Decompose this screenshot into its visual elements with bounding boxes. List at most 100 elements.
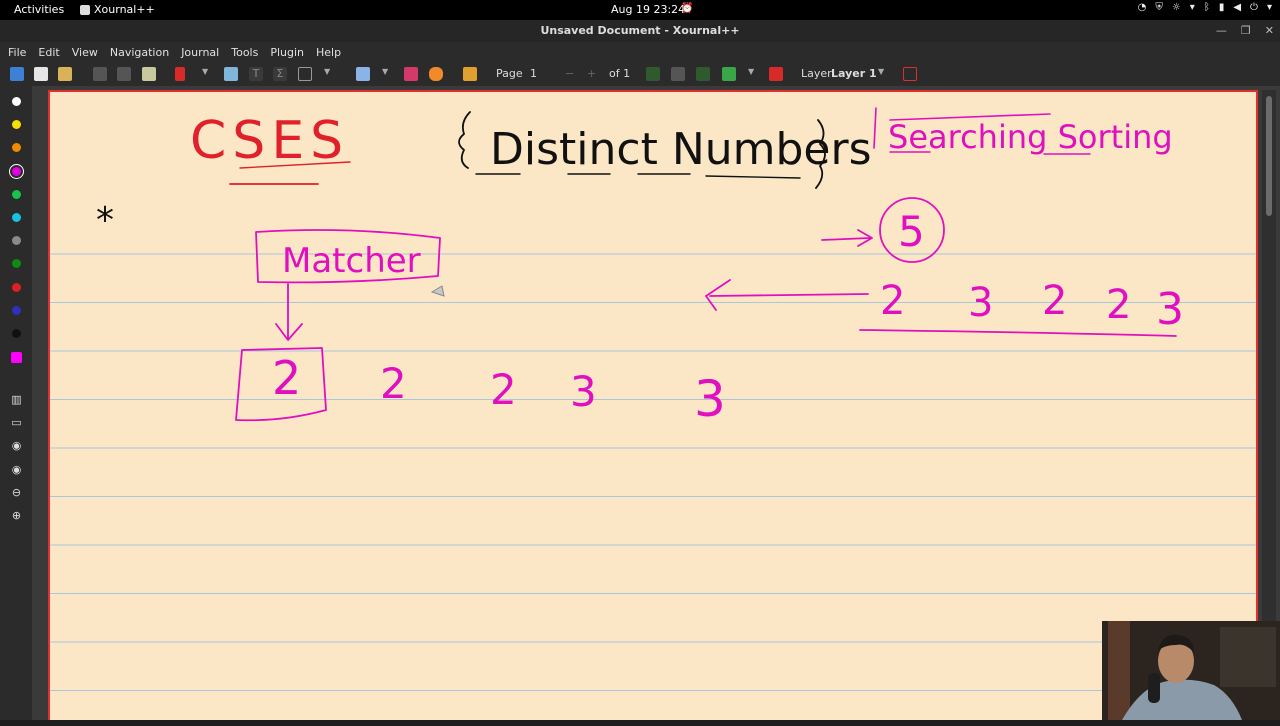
sequence-top: 2 3 2 2 3	[880, 278, 1184, 335]
title-mid-text: Distinct Numbers	[490, 124, 872, 175]
sequence-underline	[859, 329, 1177, 337]
zoom-100-icon[interactable]: ◉	[10, 464, 23, 476]
app-menu[interactable]: Xournal++	[80, 3, 155, 16]
zoom-out-icon[interactable]: ⊖	[10, 487, 23, 499]
menu-tools[interactable]: Tools	[231, 46, 258, 59]
asterisk-text: *	[96, 200, 114, 241]
color-orange[interactable]	[12, 143, 21, 152]
color-magenta[interactable]	[9, 164, 24, 179]
chevron-down-icon[interactable]: ▼	[382, 67, 388, 76]
color-black[interactable]	[12, 329, 21, 338]
add-page-icon[interactable]	[722, 67, 736, 81]
webcam-overlay	[1102, 621, 1280, 720]
color-cyan[interactable]	[12, 213, 21, 222]
sequence-top-item: 3	[968, 280, 993, 326]
delete-page-icon[interactable]	[769, 67, 783, 81]
chevron-down-icon[interactable]: ▼	[324, 67, 330, 76]
chevron-down-icon[interactable]: ▼	[748, 67, 754, 76]
color-gray[interactable]	[12, 236, 21, 245]
wifi-icon[interactable]: ▾	[1190, 2, 1195, 13]
zoom-in-icon[interactable]: ⊕	[10, 510, 23, 522]
two-pages-icon[interactable]: ▥	[10, 394, 23, 406]
page-number-field[interactable]: 1	[530, 67, 537, 80]
page-decrement-icon[interactable]: −	[565, 67, 574, 80]
color-green[interactable]	[12, 190, 21, 199]
pen-icon[interactable]	[175, 67, 185, 81]
window-title: Unsaved Document - Xournal++	[540, 24, 740, 37]
page-increment-icon[interactable]: +	[587, 67, 596, 80]
chevron-down-icon[interactable]: ▾	[1267, 2, 1272, 13]
color-picker-icon[interactable]	[463, 67, 477, 81]
left-brace	[458, 111, 471, 169]
shape-icon[interactable]	[298, 67, 312, 81]
activities-button[interactable]: Activities	[14, 3, 64, 16]
open-folder-icon[interactable]	[58, 67, 72, 81]
zoom-fit-icon[interactable]: ◉	[10, 440, 23, 452]
left-arrow	[705, 279, 869, 311]
math-icon[interactable]: Σ	[273, 67, 287, 81]
chevron-down-icon[interactable]: ▼	[878, 67, 884, 76]
menu-journal[interactable]: Journal	[181, 46, 219, 59]
color-white[interactable]	[12, 97, 21, 106]
menu-edit[interactable]: Edit	[38, 46, 59, 59]
alarm-icon: ⏰	[681, 3, 694, 14]
pages-icon[interactable]	[671, 67, 685, 81]
sequence-bottom-item: 2	[490, 365, 517, 414]
image-icon[interactable]	[224, 67, 238, 81]
color-red[interactable]	[12, 283, 21, 292]
close-icon[interactable]: ✕	[1265, 20, 1274, 42]
layer-label: Layer	[801, 67, 832, 80]
battery-icon[interactable]: ▮	[1219, 2, 1225, 13]
hand-icon[interactable]	[429, 67, 443, 81]
volume-icon[interactable]: ◀	[1233, 2, 1241, 13]
color-dark-green[interactable]	[12, 259, 21, 268]
sequence-top-item: 2	[880, 278, 905, 324]
sequence-bottom-item: 3	[570, 367, 597, 416]
page-drawing[interactable]: CSES Distinct Numbers Searching Sorting …	[50, 92, 1256, 722]
vertical-space-icon[interactable]	[404, 67, 418, 81]
menu-file[interactable]: File	[8, 46, 26, 59]
clock[interactable]: Aug 19 23:24	[611, 3, 685, 16]
arrow-to-circle	[821, 229, 873, 247]
copy-icon[interactable]	[117, 67, 131, 81]
system-tray[interactable]: ◔ ⛨ ☼ ▾ ᛒ ▮ ◀ ⏻ ▾	[1138, 2, 1272, 13]
last-page-icon[interactable]	[696, 67, 710, 81]
menu-help[interactable]: Help	[316, 46, 341, 59]
settings-daemon-icon[interactable]: ◔	[1138, 2, 1147, 13]
paste-icon[interactable]	[142, 67, 156, 81]
color-blue[interactable]	[12, 306, 21, 315]
layer-select[interactable]: Layer 1	[831, 67, 877, 80]
menu-view[interactable]: View	[72, 46, 98, 59]
system-top-bar: Activities Xournal++ Aug 19 23:24 ⏰ ◔ ⛨ …	[0, 0, 1280, 20]
minimize-icon[interactable]: —	[1216, 20, 1227, 42]
maximize-icon[interactable]: ❐	[1241, 20, 1251, 42]
menu-navigation[interactable]: Navigation	[110, 46, 169, 59]
power-icon[interactable]: ⏻	[1250, 2, 1258, 13]
circle-value-text: 5	[898, 207, 925, 256]
app-name: Xournal++	[94, 3, 155, 16]
first-page-icon[interactable]	[646, 67, 660, 81]
scrollbar-thumb[interactable]	[1266, 96, 1272, 216]
brightness-icon[interactable]: ☼	[1172, 2, 1181, 13]
menu-plugin[interactable]: Plugin	[270, 46, 304, 59]
save-icon[interactable]	[10, 67, 24, 81]
document-page[interactable]: CSES Distinct Numbers Searching Sorting …	[48, 90, 1258, 720]
sequence-bottom-item: 3	[694, 370, 726, 428]
menu-bar: File Edit View Navigation Journal Tools …	[0, 42, 1280, 62]
new-document-icon[interactable]	[34, 67, 48, 81]
shield-icon[interactable]: ⛨	[1155, 2, 1163, 13]
single-page-icon[interactable]: ▭	[10, 417, 23, 429]
bluetooth-icon[interactable]: ᛒ	[1204, 2, 1210, 13]
color-custom[interactable]	[11, 352, 22, 363]
chevron-down-icon[interactable]: ▼	[202, 67, 208, 76]
select-rect-icon[interactable]	[356, 67, 370, 81]
sequence-top-item: 2	[1042, 278, 1067, 324]
text-icon[interactable]: T	[249, 67, 263, 81]
title-left-text: CSES	[190, 111, 349, 171]
sequence-bottom-item: 2	[380, 359, 407, 408]
eraser-cursor-icon	[430, 285, 445, 297]
fullscreen-icon[interactable]	[903, 67, 917, 81]
cut-icon[interactable]	[93, 67, 107, 81]
sequence-bottom: 2 2 3 3	[380, 359, 726, 428]
color-yellow[interactable]	[12, 120, 21, 129]
